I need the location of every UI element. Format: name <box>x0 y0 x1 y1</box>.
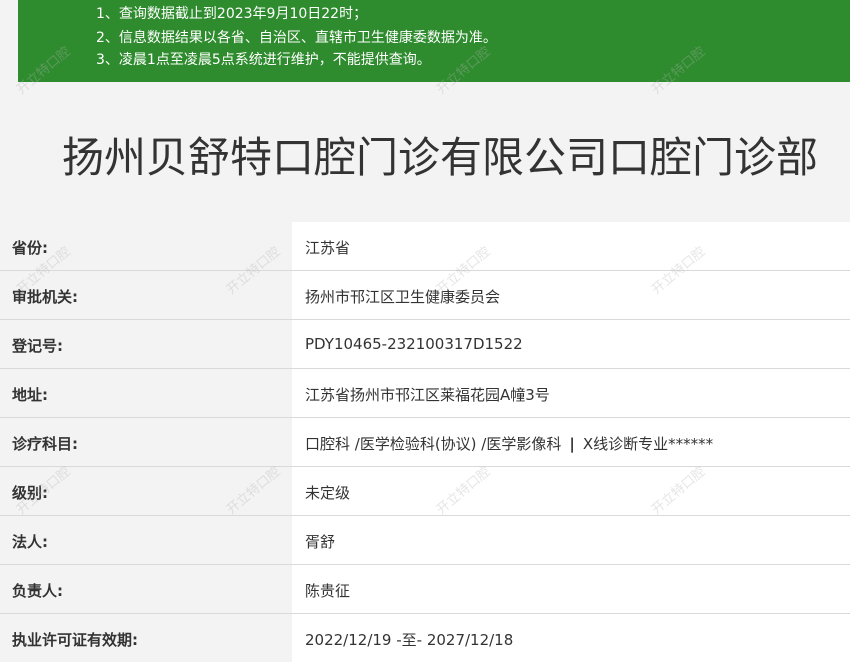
row-value: 陈贵征 <box>305 582 351 600</box>
row-label: 登记号: <box>12 337 63 355</box>
value-cell: 陈贵征 <box>292 565 850 613</box>
label-cell: 省份: <box>0 222 292 270</box>
label-cell: 级别: <box>0 467 292 515</box>
row-value: 未定级 <box>305 484 351 502</box>
row-label: 级别: <box>12 484 48 502</box>
row-value: PDY10465-232100317D1522 <box>305 335 523 353</box>
label-cell: 执业许可证有效期: <box>0 614 292 662</box>
value-cell: 未定级 <box>292 467 850 515</box>
value-cell: 扬州市邗江区卫生健康委员会 <box>292 271 850 319</box>
label-cell: 地址: <box>0 369 292 417</box>
row-label: 审批机关: <box>12 288 78 306</box>
row-label: 负责人: <box>12 582 63 600</box>
table-row-province: 省份: 江苏省 <box>0 222 850 271</box>
table-row-registration: 登记号: PDY10465-232100317D1522 <box>0 320 850 369</box>
row-label: 法人: <box>12 533 48 551</box>
value-cell: 江苏省扬州市邗江区莱福花园A幢3号 <box>292 369 850 417</box>
row-value: 江苏省 <box>305 239 351 257</box>
label-cell: 登记号: <box>0 320 292 368</box>
row-label: 执业许可证有效期: <box>12 631 138 649</box>
row-label: 地址: <box>12 386 48 404</box>
notice-line-1: 1、查询数据截止到2023年9月10日22时； <box>96 6 368 22</box>
notice-line-2: 2、信息数据结果以各省、自治区、直辖市卫生健康委数据为准。 <box>96 30 497 46</box>
notice-banner: 1、查询数据截止到2023年9月10日22时； 2、信息数据结果以各省、自治区、… <box>18 0 850 82</box>
notice-line-3: 3、凌晨1点至凌晨5点系统进行维护，不能提供查询。 <box>96 52 431 68</box>
row-label: 诊疗科目: <box>12 435 78 453</box>
departments-primary: 口腔科 /医学检验科(协议) /医学影像科 <box>305 435 562 453</box>
table-row-license-validity: 执业许可证有效期: 2022/12/19 -至- 2027/12/18 <box>0 614 850 662</box>
value-cell: 胥舒 <box>292 516 850 564</box>
label-cell: 负责人: <box>0 565 292 613</box>
label-cell: 法人: <box>0 516 292 564</box>
page-title: 扬州贝舒特口腔门诊有限公司口腔门诊部 <box>62 133 819 182</box>
table-row-address: 地址: 江苏省扬州市邗江区莱福花园A幢3号 <box>0 369 850 418</box>
row-value: 胥舒 <box>305 533 336 551</box>
table-row-departments: 诊疗科目: 口腔科 /医学检验科(协议) /医学影像科 | X线诊断专业****** <box>0 418 850 467</box>
departments-secondary: X线诊断专业****** <box>582 435 714 453</box>
row-value: 江苏省扬州市邗江区莱福花园A幢3号 <box>305 386 550 404</box>
table-row-manager: 负责人: 陈贵征 <box>0 565 850 614</box>
row-value: 口腔科 /医学检验科(协议) /医学影像科 | X线诊断专业****** <box>305 433 713 454</box>
info-table: 省份: 江苏省 审批机关: 扬州市邗江区卫生健康委员会 登记号: PDY1046… <box>0 222 850 662</box>
value-cell: PDY10465-232100317D1522 <box>292 320 850 368</box>
table-row-legal-person: 法人: 胥舒 <box>0 516 850 565</box>
value-cell: 2022/12/19 -至- 2027/12/18 <box>292 614 850 662</box>
label-cell: 诊疗科目: <box>0 418 292 466</box>
table-row-level: 级别: 未定级 <box>0 467 850 516</box>
value-cell: 口腔科 /医学检验科(协议) /医学影像科 | X线诊断专业****** <box>292 418 850 466</box>
departments-separator: | <box>569 435 575 453</box>
row-label: 省份: <box>12 239 48 257</box>
value-cell: 江苏省 <box>292 222 850 270</box>
table-row-authority: 审批机关: 扬州市邗江区卫生健康委员会 <box>0 271 850 320</box>
row-value: 2022/12/19 -至- 2027/12/18 <box>305 631 514 649</box>
label-cell: 审批机关: <box>0 271 292 319</box>
row-value: 扬州市邗江区卫生健康委员会 <box>305 288 501 306</box>
